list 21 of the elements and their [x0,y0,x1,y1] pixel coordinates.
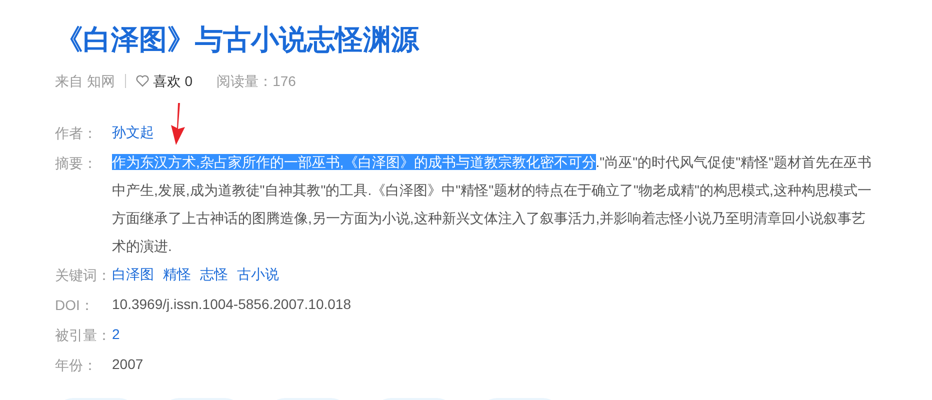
annotation-arrow [168,103,188,145]
source-text: 来自 知网 [55,72,115,90]
field-link[interactable]: 志怪 [200,266,228,282]
field-label: 年份： [55,356,98,375]
field-label: 作者： [55,124,98,143]
field-link[interactable]: 古小说 [237,266,279,282]
read-count: 阅读量：176 [216,72,296,90]
field-link[interactable]: 精怪 [163,266,191,282]
abstract-text: 作为东汉方术,杂占家所作的一部巫书,《白泽图》的成书与道教宗教化密不可分."尚巫"的时代风气促使"精怪"题材首先在巫书中产生,发展,成为道教徒"自神其教"的工具.《白泽图》中"精怪"题材的特点在于确立了"物老成精"的构思模式,这种构思模式一方面继承了上古神话的图腾造像,另一方面为小说,这种新兴文体注入了叙事活力,并影响着志怪小说乃至明清章回小说叙事艺术的演进. [112,153,873,256]
field-label: 摘要： [55,154,98,173]
heart-icon[interactable] [136,75,149,87]
field-link[interactable]: 2 [112,326,120,342]
field-link[interactable]: 白泽图 [112,266,154,282]
field-label: 被引量： [55,326,112,345]
field-label: 关键词： [55,266,112,285]
field-link[interactable]: 孙文起 [112,124,154,140]
article-title: 《白泽图》与古小说志怪渊源 [55,23,420,57]
field-label: DOI： [55,296,95,315]
like-count: 喜欢 0 [152,72,193,90]
field-value: 10.3969/j.issn.1004-5856.2007.10.018 [112,296,351,312]
field-value: 2007 [112,356,144,372]
